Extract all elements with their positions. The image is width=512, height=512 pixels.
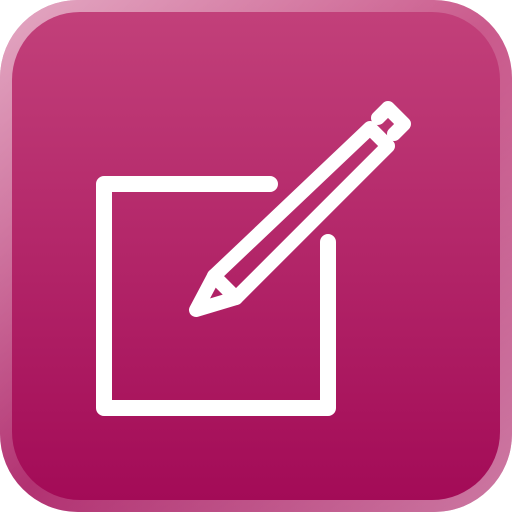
edit-compose-icon[interactable] — [0, 0, 512, 512]
icon-tile-face — [12, 12, 500, 500]
app-icon-stage — [0, 0, 512, 512]
